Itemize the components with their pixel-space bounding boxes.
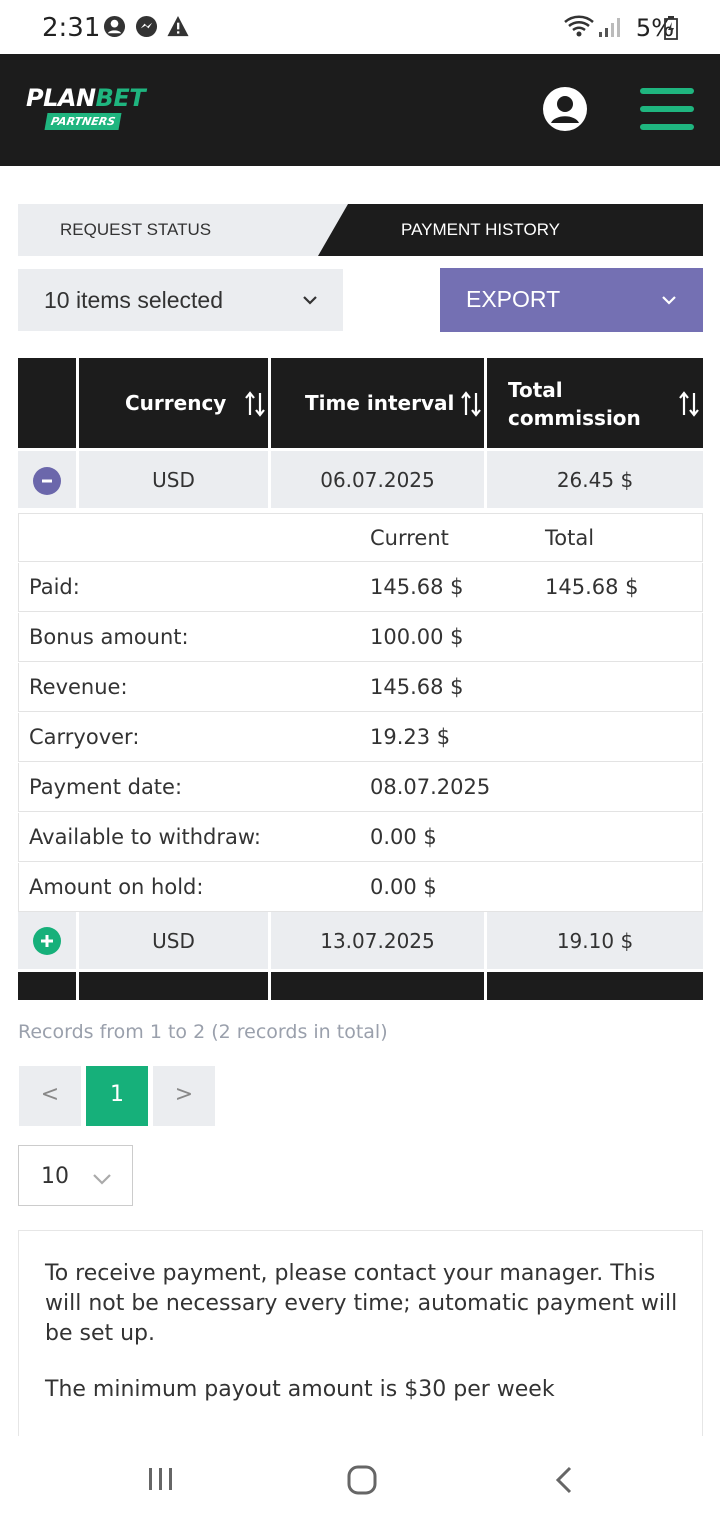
table-cell-interval: 06.07.2025: [271, 451, 484, 508]
messenger-icon: [135, 15, 158, 38]
menu-bar: [640, 88, 694, 94]
items-selected-label: 10 items selected: [44, 287, 223, 313]
collapse-row-icon[interactable]: [33, 467, 61, 495]
user-icon: [543, 87, 587, 131]
per-page-value: 10: [41, 1164, 69, 1189]
export-dropdown-button[interactable]: EXPORT: [440, 268, 703, 332]
warning-icon: [167, 15, 189, 37]
logo-wordmark: PLANBET: [26, 84, 146, 112]
system-nav-bar: [0, 1436, 720, 1520]
sort-icon[interactable]: [461, 391, 481, 417]
table-cell-currency: USD: [79, 451, 268, 508]
items-multiselect[interactable]: 10 items selected: [18, 269, 343, 331]
detail-row-available: Available to withdraw: 0.00 $: [18, 813, 703, 862]
sort-icon[interactable]: [679, 391, 699, 417]
per-page-select[interactable]: 10: [18, 1145, 133, 1206]
column-header-time-interval[interactable]: Time interval: [271, 358, 484, 448]
recent-apps-icon[interactable]: [146, 1466, 176, 1492]
info-text-contact: To receive payment, please contact your …: [45, 1261, 678, 1346]
next-page-button[interactable]: >: [153, 1066, 215, 1126]
menu-bar: [640, 106, 694, 112]
chevron-down-icon: [93, 1174, 111, 1185]
info-text-minimum: The minimum payout amount is $30 per wee…: [45, 1377, 555, 1402]
table-row: [18, 912, 76, 969]
table-footer-cell: [18, 972, 76, 1000]
menu-bar: [640, 124, 694, 130]
table-row: [18, 451, 76, 508]
prev-page-button[interactable]: <: [19, 1066, 81, 1126]
column-header-currency[interactable]: Currency: [79, 358, 268, 448]
account-icon: [103, 15, 126, 38]
table-cell-currency: USD: [79, 912, 268, 969]
tab-label: PAYMENT HISTORY: [401, 220, 561, 239]
table-cell-commission: 26.45 $: [487, 451, 703, 508]
header-toggle-cell: [18, 358, 76, 448]
records-summary: Records from 1 to 2 (2 records in total): [18, 1021, 388, 1043]
tab-request-status[interactable]: REQUEST STATUS: [18, 204, 348, 256]
expand-row-icon[interactable]: [33, 927, 61, 955]
wifi-icon: [564, 15, 594, 37]
back-icon[interactable]: [553, 1465, 575, 1495]
chevron-down-icon: [303, 296, 317, 305]
export-label: EXPORT: [466, 286, 561, 312]
tab-payment-history[interactable]: PAYMENT HISTORY: [318, 204, 703, 256]
chevron-down-icon: [662, 296, 676, 305]
detail-row-bonus: Bonus amount: 100.00 $: [18, 613, 703, 662]
status-time: 2:31: [42, 13, 101, 43]
detail-header-total: Total: [545, 526, 595, 550]
signal-icon: [599, 18, 620, 37]
user-account-button[interactable]: [542, 86, 588, 132]
planbet-logo[interactable]: PLANBET PARTNERS: [26, 84, 146, 130]
status-bar: 2:31 5%: [0, 0, 720, 54]
battery-icon: [664, 16, 678, 40]
logo-partners-badge: PARTNERS: [44, 113, 122, 130]
tab-label: REQUEST STATUS: [60, 220, 212, 239]
page-1-button[interactable]: 1: [86, 1066, 148, 1126]
detail-row-revenue: Revenue: 145.68 $: [18, 663, 703, 712]
detail-header-row: Current Total: [18, 513, 703, 562]
detail-row-carryover: Carryover: 19.23 $: [18, 713, 703, 762]
table-cell-commission: 19.10 $: [487, 912, 703, 969]
hamburger-menu-button[interactable]: [640, 88, 694, 132]
payment-info-box: To receive payment, please contact your …: [18, 1230, 703, 1440]
home-icon[interactable]: [346, 1465, 378, 1495]
sort-icon[interactable]: [245, 391, 265, 417]
table-footer-cell: [79, 972, 268, 1000]
table-footer-cell: [487, 972, 703, 1000]
table-footer-cell: [271, 972, 484, 1000]
detail-row-payment-date: Payment date: 08.07.2025: [18, 763, 703, 812]
detail-row-paid: Paid: 145.68 $145.68 $: [18, 563, 703, 612]
detail-header-current: Current: [370, 526, 449, 550]
detail-row-on-hold: Amount on hold: 0.00 $: [18, 863, 703, 912]
payment-tabs: REQUEST STATUS PAYMENT HISTORY: [18, 204, 703, 256]
table-cell-interval: 13.07.2025: [271, 912, 484, 969]
column-header-total-commission[interactable]: Total commission: [487, 358, 703, 448]
